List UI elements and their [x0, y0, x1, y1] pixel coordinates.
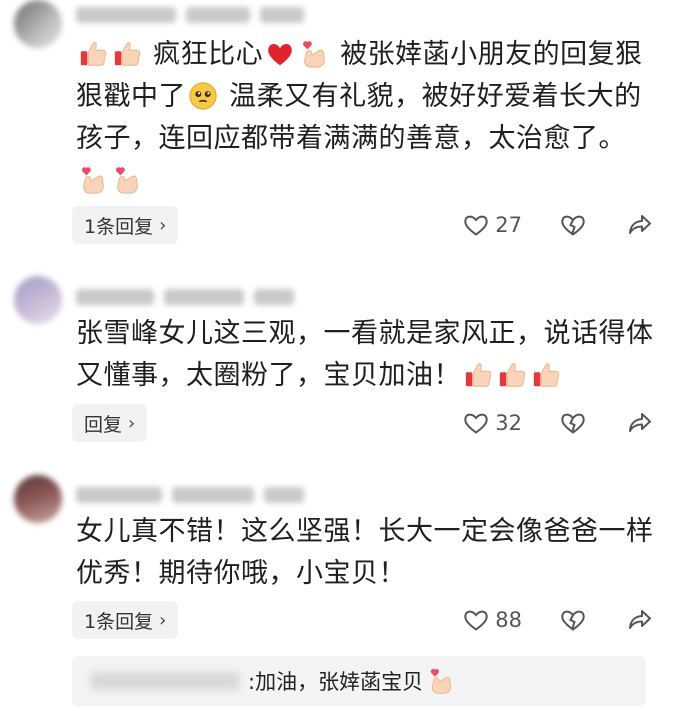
broken-heart-icon — [561, 215, 585, 236]
sub-reply-preview[interactable]: :加油，张婞菡宝贝 — [72, 656, 646, 706]
avatar[interactable] — [14, 0, 62, 48]
comment-text-segment: 张雪峰女儿这三观，一看就是家风正，说话得体又懂事，太圈粉了，宝贝加油！ — [76, 318, 654, 391]
comment-actions: 27 — [463, 206, 652, 244]
finger-heart-emoji — [299, 39, 329, 69]
thumbs-up-emoji — [112, 39, 142, 69]
dislike-button[interactable] — [560, 213, 586, 237]
comment-text: 疯狂比心 被张婞菡小朋友的回复狠狠戳中了 温柔又有礼貌，被好好爱着长大的孩子，连… — [76, 34, 656, 202]
broken-heart-icon — [561, 413, 585, 434]
like-button[interactable]: 88 — [463, 608, 522, 632]
comment-text: 女儿真不错！这么坚强！长大一定会像爸爸一样优秀！期待你哦，小宝贝！ — [76, 511, 656, 595]
reply-label: 回复 — [84, 413, 123, 436]
view-replies-button[interactable]: 1条回复 › — [72, 206, 179, 244]
thumbs-up-emoji — [463, 360, 493, 390]
finger-heart-emoji — [427, 667, 455, 695]
reply-label: 1条回复 — [84, 215, 154, 238]
comment-meta — [76, 286, 294, 308]
comment-text-segment: 女儿真不错！这么坚强！长大一定会像爸爸一样优秀！期待你哦，小宝贝！ — [76, 516, 654, 589]
reply-label: 1条回复 — [84, 610, 154, 633]
share-icon — [629, 610, 651, 629]
like-count: 88 — [495, 608, 522, 632]
comment-text: 张雪峰女儿这三观，一看就是家风正，说话得体又懂事，太圈粉了，宝贝加油！ — [76, 313, 656, 397]
avatar[interactable] — [14, 475, 62, 523]
comment-actions: 88 — [463, 601, 652, 639]
reply-button[interactable]: 回复 › — [72, 404, 148, 442]
like-button[interactable]: 27 — [463, 213, 522, 237]
comment-text-segment: 疯狂比心 — [153, 39, 264, 70]
finger-heart-emoji — [78, 165, 108, 195]
dislike-button[interactable] — [560, 608, 586, 632]
thumbs-up-emoji — [78, 39, 108, 69]
comment-meta — [76, 4, 304, 26]
comment-actions: 32 — [463, 404, 652, 442]
chevron-right-icon: › — [159, 214, 167, 236]
share-button[interactable] — [628, 609, 652, 631]
reply-author-name — [90, 672, 240, 690]
thumbs-up-emoji — [531, 360, 561, 390]
heart-outline-icon — [464, 215, 488, 236]
chevron-right-icon: › — [128, 412, 136, 434]
red-heart-emoji — [265, 39, 295, 69]
share-icon — [629, 413, 651, 432]
broken-heart-icon — [561, 610, 585, 631]
share-icon — [629, 215, 651, 234]
heart-outline-icon — [464, 413, 488, 434]
like-count: 27 — [495, 213, 522, 237]
like-button[interactable]: 32 — [463, 411, 522, 435]
share-button[interactable] — [628, 412, 652, 434]
sub-reply-text: :加油，张婞菡宝贝 — [248, 670, 424, 694]
view-replies-button[interactable]: 1条回复 › — [72, 601, 179, 639]
chevron-right-icon: › — [159, 609, 167, 631]
thumbs-up-emoji — [497, 360, 527, 390]
comment-meta — [76, 484, 304, 506]
dislike-button[interactable] — [560, 411, 586, 435]
finger-heart-emoji — [112, 165, 142, 195]
teary-smile-emoji — [188, 81, 218, 111]
heart-outline-icon — [464, 610, 488, 631]
avatar[interactable] — [14, 276, 62, 324]
share-button[interactable] — [628, 214, 652, 236]
like-count: 32 — [495, 411, 522, 435]
